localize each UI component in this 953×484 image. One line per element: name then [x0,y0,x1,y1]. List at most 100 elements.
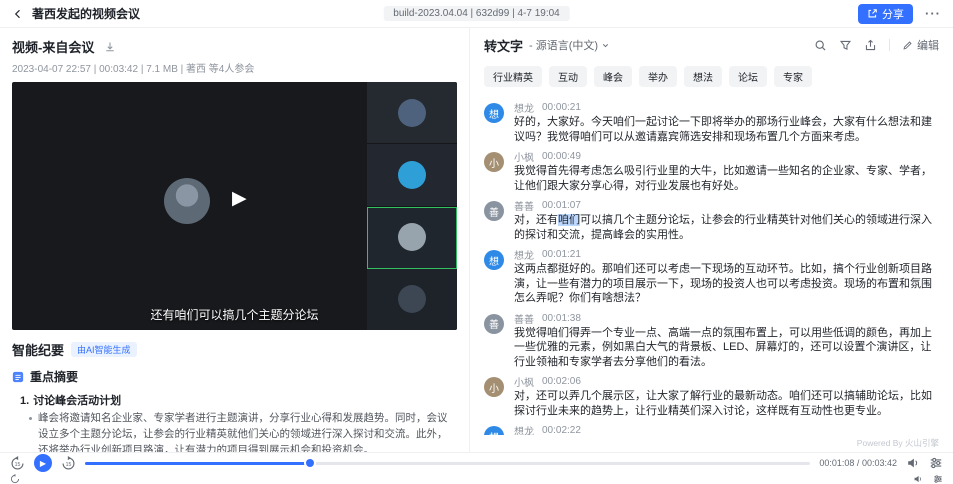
tag-chip[interactable]: 峰会 [594,66,632,87]
keyword-tags: 行业精英 互动 峰会 举办 想法 论坛 专家 [470,62,953,95]
highlighted-word: 咱们 [558,214,580,226]
summary-section-title: 重点摘要 [30,368,78,385]
speaker-name: 想龙 [514,247,534,262]
ai-badge: 由AI智能生成 [71,342,137,357]
participant-avatar [398,99,426,127]
smart-summary: 智能纪要 由AI智能生成 重点摘要 1.讨论峰会活动计划 峰会将邀请知名企业家、… [0,330,469,452]
transcript-message: 想 想龙 00:00:21 好的，大家好。今天咱们一起讨论一下即将举办的那场行业峰… [484,101,939,144]
language-selector[interactable]: - 源语言(中文) [529,37,610,53]
filter-icon[interactable] [839,39,852,52]
message-text[interactable]: 对，还可以弄几个展示区，让大家了解行业的最新动态。咱们还可以搞辅助论坛，比如探讨… [514,389,939,418]
progress-fill [85,462,310,465]
video-meta: 2023-04-07 22:57 | 00:03:42 | 7.1 MB | 著… [0,56,469,82]
avatar: 善 [484,314,504,334]
timestamp[interactable]: 00:02:22 [542,425,581,435]
download-icon[interactable] [104,41,116,53]
transcript-title: 转文字 [484,36,523,55]
message-text[interactable]: 我觉得首先得考虑怎么吸引行业里的大牛，比如邀请一些知名的企业家、专家、学者，让他… [514,164,939,193]
transcript-message: 想 想龙 00:01:21 这两点都挺好的。那咱们还可以考虑一下现场的互动环节。比… [484,248,939,306]
topbar-actions: 分享 ··· [858,4,941,24]
more-button[interactable]: ··· [925,6,941,21]
participant-strip [367,82,457,330]
tag-chip[interactable]: 行业精英 [484,66,542,87]
participant-thumbnail-active [367,207,457,269]
share-icon [867,8,878,19]
summary-item-title: 讨论峰会活动计划 [33,395,121,407]
timestamp[interactable]: 00:00:21 [542,102,581,113]
video-title: 视频-来自会议 [12,37,94,56]
export-icon[interactable] [864,39,877,52]
skip-back-15-icon[interactable] [10,474,20,484]
tag-chip[interactable]: 互动 [549,66,587,87]
player-bar: 15 ▶ 15 00:01:08 / 00:03:42 [0,452,953,484]
back-button[interactable]: 著西发起的视频会议 [12,5,140,22]
video-player[interactable]: ▶ 还有咱们可以搞几个主题分论坛 [12,82,457,330]
speaker-name: 想龙 [514,100,534,115]
speaker-avatar [164,178,210,224]
avatar: 想 [484,103,504,123]
edit-icon [902,40,913,51]
skip-back-15-button[interactable]: 15 [10,456,25,471]
main-area: 视频-来自会议 2023-04-07 22:57 | 00:03:42 | 7.… [0,28,953,452]
back-arrow-icon [12,8,24,20]
progress-thumb[interactable] [306,459,314,467]
timestamp[interactable]: 00:02:06 [542,376,581,387]
transcript-header: 转文字 - 源语言(中文) [470,28,953,62]
list-icon [12,371,24,383]
participant-thumbnail [367,82,457,144]
powered-by: Powered By 火山引擎 [470,435,953,452]
avatar: 小 [484,377,504,397]
participant-avatar [398,161,426,189]
tag-chip[interactable]: 举办 [639,66,677,87]
summary-title: 智能纪要 [12,340,64,359]
svg-text:15: 15 [66,461,72,467]
play-button[interactable]: ▶ [34,454,52,472]
time-display: 00:01:08 / 00:03:42 [819,458,897,468]
avatar: 想 [484,426,504,435]
timestamp[interactable]: 00:01:21 [542,249,581,260]
message-text[interactable]: 好的，大家好。今天咱们一起讨论一下即将举办的那场行业峰会，大家有什么想法和建议吗… [514,115,939,144]
tag-chip[interactable]: 专家 [774,66,812,87]
divider [889,39,890,51]
timestamp[interactable]: 00:01:38 [542,313,581,324]
tag-chip[interactable]: 想法 [684,66,722,87]
summary-item-body: 峰会将邀请知名企业家、专家学者进行主题演讲，分享行业心得和发展趋势。同时，会议设… [38,411,457,452]
volume-icon-small[interactable] [913,474,923,484]
skip-forward-15-button[interactable]: 15 [61,456,76,471]
timestamp[interactable]: 00:00:49 [542,151,581,162]
progress-bar[interactable] [85,462,810,465]
transcript-message: 想 想龙00:02:22 你们说的对。我还想补充一下，咱们可以考虑设置一个晚宴环… [484,424,939,435]
timestamp[interactable]: 00:01:07 [542,200,581,211]
participant-avatar [398,223,426,251]
tag-chip[interactable]: 论坛 [729,66,767,87]
topbar: 著西发起的视频会议 build-2023.04.04 | 632d99 | 4-… [0,0,953,28]
svg-text:15: 15 [15,461,21,467]
message-text[interactable]: 这两点都挺好的。那咱们还可以考虑一下现场的互动环节。比如，搞个行业创新项目路演，… [514,262,939,306]
volume-icon[interactable] [906,456,920,470]
transcript-message: 小 小枫 00:02:06 对，还可以弄几个展示区，让大家了解行业的最新动态。咱们… [484,375,939,418]
secondary-player-bar [0,473,953,484]
speaker-name: 善善 [514,311,534,326]
play-icon[interactable]: ▶ [232,189,247,208]
search-icon[interactable] [814,39,827,52]
settings-icon-small[interactable] [933,474,943,484]
video-panel: 视频-来自会议 2023-04-07 22:57 | 00:03:42 | 7.… [0,28,470,452]
build-badge: build-2023.04.04 | 632d99 | 4-7 19:04 [383,6,569,21]
edit-button[interactable]: 编辑 [902,37,939,53]
playback-settings-icon[interactable] [929,456,943,470]
message-text[interactable]: 我觉得咱们得弄一个专业一点、高端一点的氛围布置上，可以用些低调的颜色，再加上一些… [514,326,939,370]
share-button[interactable]: 分享 [858,4,913,24]
summary-item: 1.讨论峰会活动计划 峰会将邀请知名企业家、专家学者进行主题演讲，分享行业心得和… [12,392,457,452]
transcript-messages[interactable]: 想 想龙 00:00:21 好的，大家好。今天咱们一起讨论一下即将举办的那场行业峰… [470,95,953,435]
avatar: 想 [484,250,504,270]
transcript-message: 善 善善 00:01:38 我觉得咱们得弄一个专业一点、高端一点的氛围布置上，可以… [484,312,939,370]
app-window: 著西发起的视频会议 build-2023.04.04 | 632d99 | 4-… [0,0,953,484]
chevron-down-icon [601,41,610,50]
subtitle-text: 还有咱们可以搞几个主题分论坛 [12,306,457,323]
speaker-name: 想龙 [514,423,534,435]
transcript-panel: 转文字 - 源语言(中文) [470,28,953,452]
transcript-message: 小 小枫00:00:49 我觉得首先得考虑怎么吸引行业里的大牛，比如邀请一些知名… [484,150,939,193]
speaker-name: 小枫 [514,374,534,389]
participant-thumbnail [367,144,457,206]
message-text[interactable]: 对，还有咱们可以搞几个主题分论坛，让参会的行业精英针对他们关心的领域进行深入的探… [514,213,939,242]
